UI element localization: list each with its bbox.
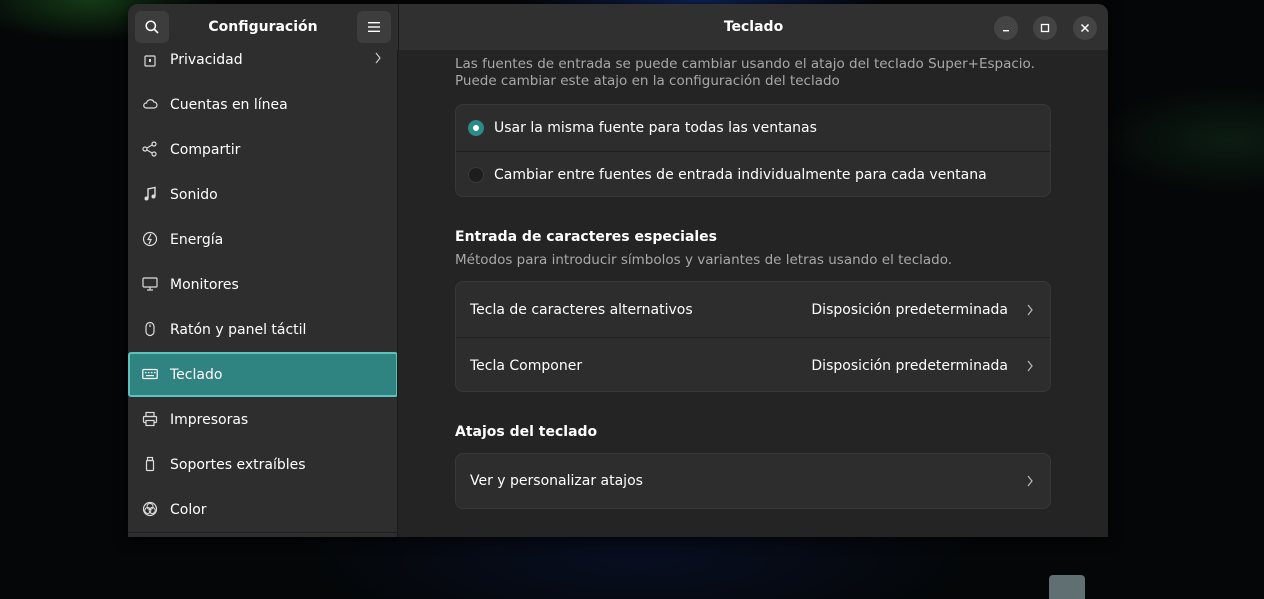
sidebar-item-privacidad[interactable]: Privacidad bbox=[128, 50, 397, 82]
radio-button-selected[interactable] bbox=[468, 120, 484, 136]
row-label: Tecla Componer bbox=[470, 357, 583, 374]
sidebar-item-label: Privacidad bbox=[170, 51, 243, 68]
sidebar-item-compartir[interactable]: Compartir bbox=[128, 127, 397, 172]
mouse-icon bbox=[145, 321, 155, 337]
minimize-button[interactable] bbox=[994, 16, 1018, 40]
row-label: Ver y personalizar atajos bbox=[470, 473, 643, 489]
monitor-icon bbox=[142, 277, 158, 291]
home-folder-icon[interactable] bbox=[1049, 575, 1085, 599]
compose-key-row[interactable]: Tecla Componer Disposición predeterminad… bbox=[456, 338, 1050, 391]
special-chars-description: Métodos para introducir símbolos y varia… bbox=[455, 252, 953, 268]
description-line: Puede cambiar este atajo en la configura… bbox=[455, 73, 840, 89]
sidebar-item-monitores[interactable]: Monitores bbox=[128, 262, 397, 307]
shortcuts-title: Atajos del teclado bbox=[455, 424, 598, 440]
sidebar-item-label: Monitores bbox=[170, 276, 239, 293]
hand-lock-icon bbox=[144, 55, 156, 67]
minimize-icon bbox=[1003, 30, 1009, 32]
radio-row-per-window[interactable]: Cambiar entre fuentes de entrada individ… bbox=[456, 152, 1050, 196]
sidebar-item-label: Ratón y panel táctil bbox=[170, 321, 307, 338]
alternate-chars-key-row[interactable]: Tecla de caracteres alternativos Disposi… bbox=[456, 282, 1050, 337]
sidebar-title: Configuración bbox=[208, 19, 318, 35]
special-chars-card: Tecla de caracteres alternativos Disposi… bbox=[455, 281, 1051, 392]
sidebar-item-label: Energía bbox=[170, 231, 224, 248]
radio-row-same-source[interactable]: Usar la misma fuente para todas las vent… bbox=[456, 105, 1050, 151]
sidebar-item-label: Sonido bbox=[170, 186, 218, 203]
description-line: Las fuentes de entrada se puede cambiar … bbox=[455, 56, 1035, 72]
view-shortcuts-row[interactable]: Ver y personalizar atajos bbox=[456, 454, 1050, 508]
keyboard-settings-panel: Las fuentes de entrada se puede cambiar … bbox=[399, 50, 1108, 537]
chevron-right-icon bbox=[1027, 475, 1033, 487]
sidebar-item-energia[interactable]: Energía bbox=[128, 217, 397, 262]
music-note-icon bbox=[144, 186, 156, 201]
search-button[interactable] bbox=[135, 11, 169, 43]
sidebar-item-label: Cuentas en línea bbox=[170, 96, 288, 113]
settings-window: Configuración Teclado Privacidad Cuentas… bbox=[128, 4, 1108, 537]
share-icon bbox=[142, 141, 157, 157]
row-value: Disposición predeterminada bbox=[811, 357, 1008, 374]
radio-button[interactable] bbox=[468, 167, 484, 183]
color-icon bbox=[142, 501, 158, 517]
cloud-icon bbox=[143, 99, 158, 109]
sidebar-item-cuentas[interactable]: Cuentas en línea bbox=[128, 82, 397, 127]
sidebar-item-label: Color bbox=[170, 501, 207, 518]
sidebar-item-label: Compartir bbox=[170, 141, 241, 158]
main-menu-button[interactable] bbox=[357, 11, 391, 43]
sidebar-item-raton[interactable]: Ratón y panel táctil bbox=[128, 307, 397, 352]
input-sources-description: Las fuentes de entrada se puede cambiar … bbox=[455, 56, 1055, 90]
content-header: Teclado bbox=[398, 4, 1108, 50]
removable-media-icon bbox=[145, 456, 155, 472]
sidebar-item-soportes[interactable]: Soportes extraíbles bbox=[128, 442, 397, 487]
close-button[interactable] bbox=[1073, 16, 1097, 40]
sidebar-item-sonido[interactable]: Sonido bbox=[128, 172, 397, 217]
radio-label: Usar la misma fuente para todas las vent… bbox=[494, 120, 817, 136]
sidebar-item-label: Teclado bbox=[170, 366, 223, 383]
sidebar: Privacidad Cuentas en línea Compartir So… bbox=[128, 50, 398, 537]
sidebar-item-label: Soportes extraíbles bbox=[170, 456, 306, 473]
row-label: Tecla de caracteres alternativos bbox=[470, 301, 693, 318]
maximize-icon bbox=[1040, 23, 1050, 33]
printer-icon bbox=[142, 411, 158, 427]
radio-label: Cambiar entre fuentes de entrada individ… bbox=[494, 167, 987, 183]
hamburger-icon bbox=[368, 22, 380, 32]
maximize-button[interactable] bbox=[1033, 16, 1057, 40]
keyboard-icon bbox=[142, 368, 158, 380]
sidebar-item-teclado[interactable]: Teclado bbox=[128, 352, 397, 397]
sidebar-divider bbox=[128, 532, 397, 533]
close-icon bbox=[1080, 23, 1090, 33]
page-title: Teclado bbox=[723, 19, 784, 35]
search-icon bbox=[145, 20, 159, 34]
sidebar-item-label: Impresoras bbox=[170, 411, 249, 428]
chevron-right-icon bbox=[375, 52, 381, 64]
special-chars-title: Entrada de caracteres especiales bbox=[455, 229, 718, 245]
row-value: Disposición predeterminada bbox=[811, 301, 1008, 318]
sidebar-item-color[interactable]: Color bbox=[128, 487, 397, 532]
power-icon bbox=[142, 231, 158, 247]
chevron-right-icon bbox=[1027, 304, 1033, 315]
sidebar-header: Configuración bbox=[128, 4, 398, 50]
chevron-right-icon bbox=[1027, 360, 1033, 371]
input-source-mode-card: Usar la misma fuente para todas las vent… bbox=[455, 104, 1051, 197]
shortcuts-card: Ver y personalizar atajos bbox=[455, 453, 1051, 509]
sidebar-item-impresoras[interactable]: Impresoras bbox=[128, 397, 397, 442]
